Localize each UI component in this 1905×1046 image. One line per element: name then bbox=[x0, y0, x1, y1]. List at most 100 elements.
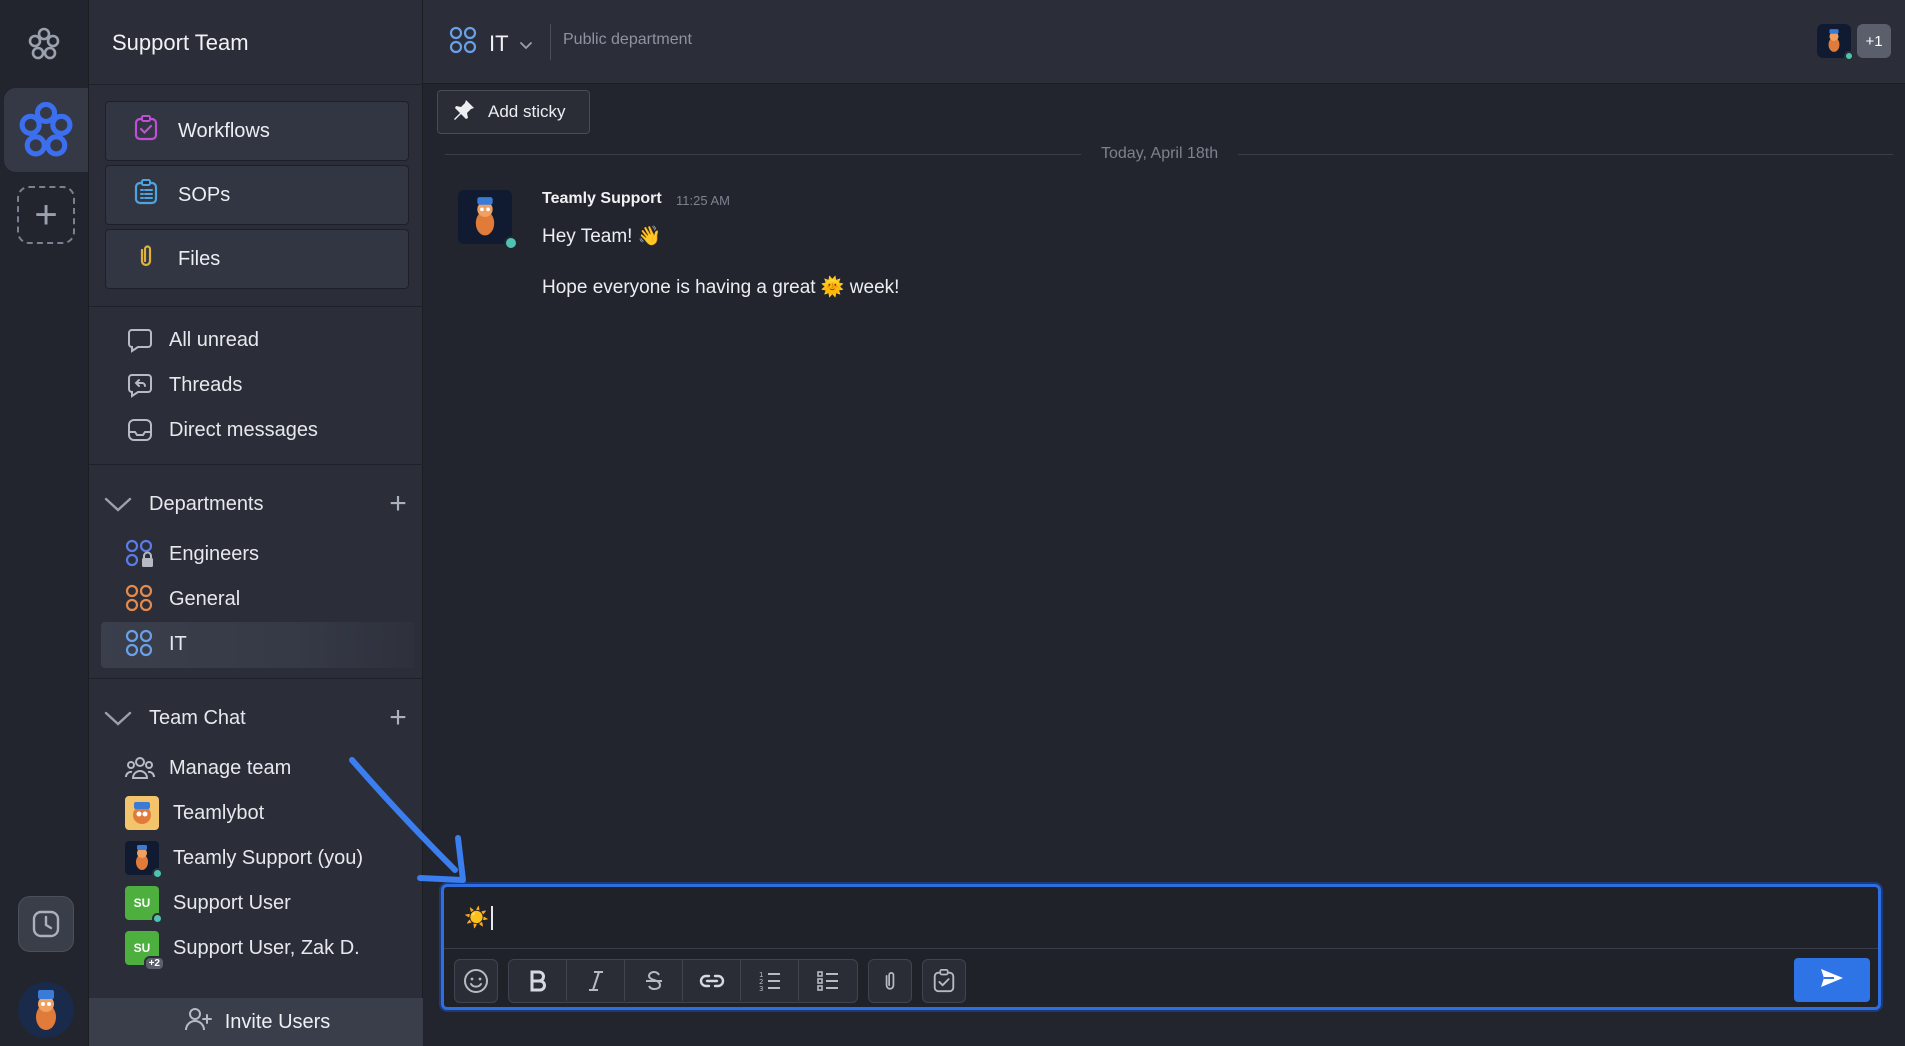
invite-users-button[interactable]: Invite Users bbox=[89, 998, 424, 1046]
team-chat-section-header[interactable]: Team Chat + bbox=[103, 700, 413, 736]
sops-icon bbox=[132, 178, 160, 212]
workflows-label: Workflows bbox=[178, 119, 270, 142]
department-icon bbox=[125, 629, 155, 659]
sidebar-item-teamly-support[interactable]: Teamly Support (you) bbox=[125, 840, 364, 879]
online-status-indicator bbox=[504, 236, 518, 250]
workspace-support-team-icon[interactable] bbox=[4, 88, 88, 172]
sidebar-item-direct-messages[interactable]: Direct messages bbox=[125, 412, 318, 448]
message-composer[interactable]: ☀️ 123 bbox=[441, 884, 1881, 1010]
teamlybot-avatar bbox=[125, 796, 159, 830]
sidebar-item-label: Support User bbox=[173, 891, 291, 914]
channel-header: IT Public department +1 bbox=[423, 0, 1905, 84]
svg-text:3: 3 bbox=[759, 985, 763, 993]
sidebar-item-label: General bbox=[169, 587, 241, 610]
emoji-picker-icon[interactable] bbox=[454, 959, 498, 1003]
paperclip-icon bbox=[132, 242, 160, 276]
send-icon bbox=[1819, 966, 1845, 995]
message-timestamp: 11:25 AM bbox=[676, 193, 730, 208]
message-text: Hope everyone is having a great 🌞 week! bbox=[542, 275, 899, 299]
chevron-down-icon[interactable] bbox=[103, 703, 133, 733]
sidebar-item-label: Threads bbox=[169, 373, 243, 396]
sops-label: SOPs bbox=[178, 183, 231, 206]
support-user-avatar: SU bbox=[125, 886, 163, 924]
format-button-group: 123 bbox=[508, 959, 858, 1003]
department-icon bbox=[449, 26, 479, 62]
message-text: Hey Team! 👋 bbox=[542, 226, 662, 247]
sops-button[interactable]: SOPs bbox=[105, 165, 409, 225]
sidebar-item-it[interactable]: IT bbox=[125, 626, 187, 662]
sidebar-item-engineers[interactable]: Engineers bbox=[125, 536, 259, 572]
link-icon[interactable] bbox=[683, 960, 741, 1001]
message-input[interactable]: ☀️ bbox=[444, 887, 1878, 949]
message-author[interactable]: Teamly Support bbox=[542, 190, 662, 208]
user-avatar[interactable] bbox=[18, 982, 74, 1038]
add-workspace-button[interactable]: + bbox=[17, 186, 75, 244]
sidebar-item-manage-team[interactable]: Manage team bbox=[125, 750, 291, 786]
bulleted-list-icon[interactable] bbox=[799, 960, 857, 1001]
sidebar-item-support-user[interactable]: SU Support User bbox=[125, 885, 291, 924]
formatting-toolbar: 123 bbox=[454, 958, 966, 1004]
message-input-value: ☀️ bbox=[464, 907, 489, 929]
sidebar-item-label: IT bbox=[169, 632, 187, 655]
sidebar-item-label: Teamlybot bbox=[173, 801, 265, 824]
departments-title: Departments bbox=[149, 492, 264, 515]
send-button[interactable] bbox=[1794, 958, 1870, 1002]
online-status-indicator bbox=[152, 868, 163, 879]
channel-description: Public department bbox=[563, 31, 692, 48]
teamly-support-avatar bbox=[125, 841, 163, 879]
add-chat-button[interactable]: + bbox=[383, 703, 413, 733]
attach-file-icon[interactable] bbox=[868, 959, 912, 1003]
more-members-badge[interactable]: +1 bbox=[1857, 24, 1891, 58]
sidebar-item-all-unread[interactable]: All unread bbox=[125, 322, 259, 358]
add-user-icon bbox=[183, 1005, 213, 1039]
sidebar-item-teamlybot[interactable]: Teamlybot bbox=[125, 795, 264, 831]
task-checklist-icon[interactable] bbox=[922, 959, 966, 1003]
strikethrough-icon[interactable] bbox=[625, 960, 683, 1001]
avatar-initials: SU bbox=[133, 896, 151, 910]
sidebar-item-label: Engineers bbox=[169, 542, 260, 565]
sidebar-item-threads[interactable]: Threads bbox=[125, 367, 242, 403]
channel-switcher[interactable]: IT bbox=[449, 26, 533, 62]
team-icon bbox=[125, 753, 155, 783]
online-status-indicator bbox=[1844, 51, 1854, 61]
sidebar-item-label: All unread bbox=[169, 328, 260, 351]
add-sticky-label: Add sticky bbox=[488, 102, 566, 121]
sidebar-item-label: Direct messages bbox=[169, 418, 318, 441]
sidebar-item-label: Teamly Support (you) bbox=[173, 846, 364, 869]
chevron-down-icon[interactable] bbox=[103, 489, 133, 519]
message-text-part: week! bbox=[849, 277, 900, 298]
threads-icon bbox=[125, 370, 155, 400]
clock-icon[interactable] bbox=[18, 896, 74, 952]
sidebar-item-group-chat[interactable]: SU +2 Support User, Zak D. bbox=[125, 930, 360, 971]
message-text-part: Hope everyone is having a great bbox=[542, 277, 816, 298]
channel-name: IT bbox=[489, 31, 509, 56]
divider bbox=[89, 306, 424, 307]
avatar-initials: SU bbox=[133, 941, 151, 955]
chat-bubble-icon bbox=[125, 325, 155, 355]
sidebar-item-general[interactable]: General bbox=[125, 581, 240, 617]
bold-icon[interactable] bbox=[509, 960, 567, 1001]
sidebar-item-label: Support User, Zak D. bbox=[173, 936, 360, 959]
invite-users-label: Invite Users bbox=[224, 1010, 331, 1033]
italic-icon[interactable] bbox=[567, 960, 625, 1001]
add-department-button[interactable]: + bbox=[383, 489, 413, 519]
add-sticky-button[interactable]: Add sticky bbox=[437, 90, 590, 134]
workflows-button[interactable]: Workflows bbox=[105, 101, 409, 161]
chevron-down-icon bbox=[519, 31, 533, 57]
group-chat-avatar: SU +2 bbox=[125, 931, 165, 971]
message-author-avatar[interactable] bbox=[458, 190, 518, 250]
app-logo-icon[interactable] bbox=[24, 24, 64, 64]
workspace-title: Support Team bbox=[112, 30, 249, 55]
files-button[interactable]: Files bbox=[105, 229, 409, 289]
divider bbox=[89, 678, 424, 679]
numbered-list-icon[interactable]: 123 bbox=[741, 960, 799, 1001]
divider bbox=[89, 84, 424, 85]
workflows-icon bbox=[132, 114, 160, 148]
pin-icon bbox=[452, 98, 476, 127]
text-caret bbox=[490, 905, 493, 930]
sidebar-item-label: Manage team bbox=[169, 756, 292, 779]
member-avatar[interactable] bbox=[1817, 24, 1854, 61]
departments-section-header[interactable]: Departments + bbox=[103, 486, 413, 522]
member-count-badge: +2 bbox=[143, 956, 165, 971]
channel-members[interactable]: +1 bbox=[1817, 24, 1891, 61]
